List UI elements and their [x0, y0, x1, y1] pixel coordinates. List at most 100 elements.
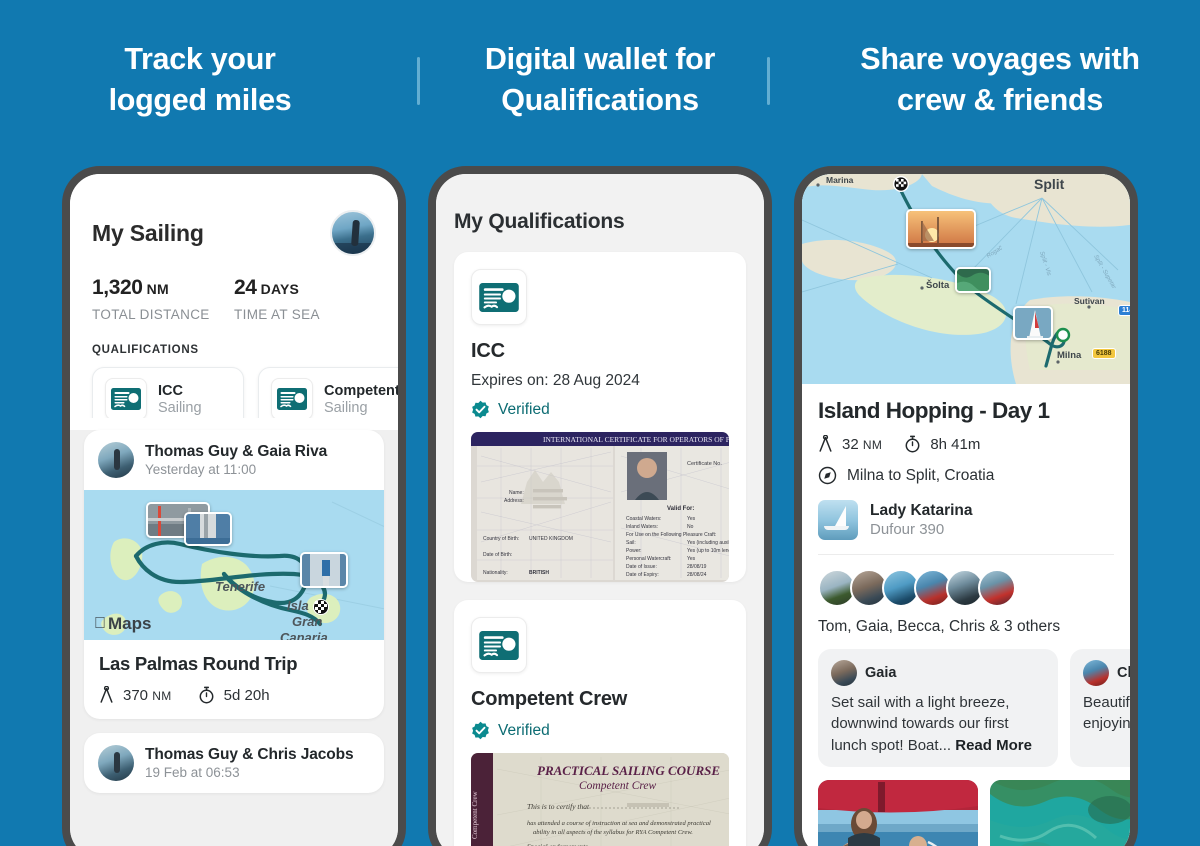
post-header: Thomas Guy & Gaia Riva Yesterday at 11:0…: [84, 430, 384, 490]
map-photo-thumb[interactable]: [955, 267, 991, 293]
stat-unit: NM: [146, 281, 169, 297]
crew-avatar-list[interactable]: [818, 569, 1114, 607]
qualifications-section-label: QUALIFICATIONS: [92, 344, 199, 356]
phone2-screen: My Qualifications ICC Expires on: 28 Aug…: [436, 174, 764, 846]
chip-subtitle: Sailing: [324, 399, 368, 416]
heading-3-line-2: crew & friends: [897, 83, 1103, 117]
page-title: My Qualifications: [454, 210, 625, 233]
compass-icon: [818, 466, 837, 485]
distance-value: 370: [123, 686, 149, 704]
route-map-split-croatia[interactable]: Split - Vis Split - Supetar Rogač Marina…: [802, 174, 1130, 384]
sailing-feed[interactable]: Thomas Guy & Gaia Riva Yesterday at 11:0…: [70, 430, 398, 846]
verified-badge-icon: [472, 400, 489, 419]
svg-text:UNITED KINGDOM: UNITED KINGDOM: [529, 536, 573, 542]
svg-text:Yes (up to 10m length overall): Yes (up to 10m length overall): [687, 548, 729, 554]
qualification-card-competent-crew[interactable]: Competent Crew Verified Competent Crew P…: [454, 600, 746, 846]
document-preview-icc[interactable]: INTERNATIONAL CERTIFICATE FOR OPERATORS …: [471, 432, 729, 582]
post-author: Thomas Guy & Gaia Riva: [145, 443, 328, 460]
heading-col-2: Digital wallet for Qualifications: [400, 0, 800, 160]
crew-summary: Tom, Gaia, Becca, Chris & 3 others: [818, 618, 1061, 635]
gallery-photo[interactable]: [990, 779, 1130, 846]
verified-status: Verified: [471, 400, 729, 419]
heading-1-line-2: logged miles: [108, 83, 292, 117]
route-map-canary-islands[interactable]: Tenerife Isla Gran Canaria Maps: [84, 490, 384, 640]
verified-status: Verified: [471, 721, 729, 740]
comment-card[interactable]: Chris Beautiful day, crew is really enjo…: [1070, 649, 1130, 767]
crew-avatar[interactable]: [978, 569, 1016, 607]
certificate-icon: [105, 378, 147, 420]
feed-post[interactable]: Thomas Guy & Chris Jacobs 19 Feb at 06:5…: [84, 733, 384, 793]
map-photo-thumb[interactable]: [300, 552, 348, 588]
divider: [818, 554, 1114, 555]
svg-text:Yes (including auxiliary engin: Yes (including auxiliary engine): [687, 540, 729, 546]
comment-list[interactable]: Gaia Set sail with a light breeze, downw…: [818, 649, 1130, 767]
duration-value: 8h 41m: [930, 435, 981, 453]
comment-text: Beautiful day, crew is really enjoying o…: [1083, 694, 1130, 733]
trip-duration: 5d 20h: [198, 686, 270, 704]
feed-post[interactable]: Thomas Guy & Gaia Riva Yesterday at 11:0…: [84, 430, 384, 719]
road-shield-6188: 6188: [1092, 348, 1116, 359]
avatar[interactable]: [330, 210, 376, 256]
checkered-flag-icon: [893, 176, 909, 192]
heading-2-line-1: Digital wallet for: [484, 41, 716, 76]
phone-mockup-my-sailing: My Sailing 1,320 NM TOTAL DISTANCE 24 DA…: [62, 166, 406, 846]
boat-model: Dufour 390: [870, 521, 945, 538]
post-timestamp: 19 Feb at 06:53: [145, 765, 240, 780]
comment-card[interactable]: Gaia Set sail with a light breeze, downw…: [818, 649, 1058, 767]
svg-text:No: No: [687, 524, 694, 530]
svg-text:Yes: Yes: [687, 556, 696, 562]
chip-text: ICC Sailing: [158, 383, 202, 416]
comment-header: Gaia: [831, 660, 1045, 686]
svg-text:28/08/24: 28/08/24: [687, 572, 707, 578]
boat-info[interactable]: Lady Katarina Dufour 390: [818, 500, 1114, 540]
verified-label: Verified: [498, 721, 550, 739]
stats-row: 1,320 NM TOTAL DISTANCE 24 DAYS TIME AT …: [92, 276, 376, 322]
voyage-photo-gallery[interactable]: [818, 779, 1130, 846]
dividers-icon: [100, 686, 113, 703]
promo-banner: Track your logged miles Digital wallet f…: [0, 0, 1200, 846]
apple-maps-attribution: Maps: [94, 614, 151, 634]
avatar[interactable]: [98, 442, 134, 478]
post-body: Las Palmas Round Trip 370 NM 5d 20h: [84, 640, 384, 719]
boat-text: Lady Katarina Dufour 390: [870, 502, 973, 538]
post-header: Thomas Guy & Chris Jacobs 19 Feb at 06:5…: [84, 733, 384, 793]
post-author: Thomas Guy & Chris Jacobs: [145, 746, 354, 763]
icc-document-image: INTERNATIONAL CERTIFICATE FOR OPERATORS …: [471, 432, 729, 582]
map-photo-thumb[interactable]: [184, 512, 232, 546]
svg-text:INTERNATIONAL CERTIFICATE FOR: INTERNATIONAL CERTIFICATE FOR OPERATORS …: [543, 435, 729, 444]
qualification-card-icc[interactable]: ICC Expires on: 28 Aug 2024 Verified INT…: [454, 252, 746, 582]
heading-3-line-1: Share voyages with: [860, 41, 1140, 76]
trip-meta-row: 370 NM 5d 20h: [99, 686, 369, 704]
my-qualifications-page[interactable]: My Qualifications ICC Expires on: 28 Aug…: [436, 174, 764, 846]
svg-text:Country of Birth:: Country of Birth:: [483, 536, 519, 542]
svg-text:Inland Waters:: Inland Waters:: [626, 524, 658, 530]
map-label-marina: Marina: [826, 175, 854, 185]
svg-text:Personal Watercraft:: Personal Watercraft:: [626, 556, 671, 562]
voyage-page[interactable]: Split - Vis Split - Supetar Rogač Marina…: [802, 174, 1130, 846]
voyage-distance: 32 NM: [818, 435, 882, 453]
gallery-photo[interactable]: [818, 779, 978, 846]
map-label-sutivan: Sutivan: [1074, 296, 1105, 306]
comment-header: Chris: [1083, 660, 1130, 686]
boat-name: Lady Katarina: [870, 502, 973, 519]
map-photo-thumb[interactable]: [1013, 306, 1053, 340]
map-photo-thumb[interactable]: [906, 209, 976, 249]
checkered-flag-icon: [313, 599, 329, 615]
avatar[interactable]: [98, 745, 134, 781]
stat-time-at-sea: 24 DAYS TIME AT SEA: [234, 276, 376, 322]
my-sailing-title-row: My Sailing: [92, 210, 376, 256]
avatar[interactable]: [831, 660, 857, 686]
road-shield-114: 114: [1118, 305, 1130, 316]
svg-text:Coastal Waters:: Coastal Waters:: [626, 516, 661, 522]
heading-2-line-2: Qualifications: [501, 83, 699, 117]
duration-value: 5d 20h: [223, 686, 270, 704]
read-more-link[interactable]: Read More: [955, 737, 1032, 754]
stat-total-distance: 1,320 NM TOTAL DISTANCE: [92, 276, 234, 322]
phone-mockup-qualifications: My Qualifications ICC Expires on: 28 Aug…: [428, 166, 772, 846]
document-preview-competent-crew[interactable]: Competent Crew PRACTICAL SAILING COURSE …: [471, 753, 729, 846]
qualification-name: Competent Crew: [471, 688, 628, 710]
route-text: Milna to Split, Croatia: [847, 466, 995, 484]
stopwatch-icon: [199, 686, 214, 704]
my-sailing-header: My Sailing 1,320 NM TOTAL DISTANCE 24 DA…: [70, 174, 398, 452]
avatar[interactable]: [1083, 660, 1109, 686]
